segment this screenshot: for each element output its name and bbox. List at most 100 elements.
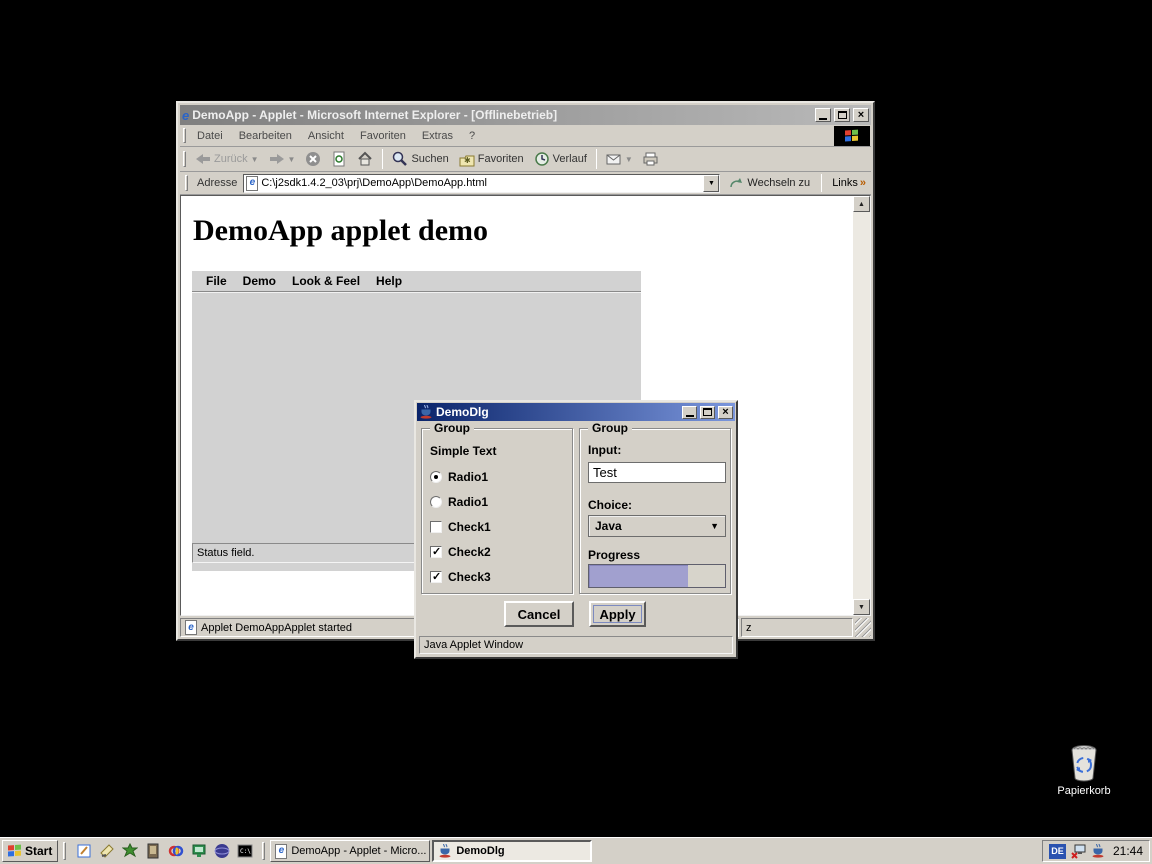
start-label: Start <box>25 844 52 858</box>
radio-button-1[interactable] <box>430 471 442 483</box>
address-dropdown-button[interactable]: ▼ <box>703 175 719 192</box>
favorites-button[interactable]: ✱ Favoriten <box>455 150 528 168</box>
color-rings-app-icon[interactable] <box>167 843 184 860</box>
quicklaunch-grip[interactable] <box>63 842 66 860</box>
scroll-up-button[interactable]: ▲ <box>853 196 870 212</box>
history-button[interactable]: Verlauf <box>530 150 591 168</box>
language-indicator[interactable]: DE <box>1049 844 1066 859</box>
checkbox-1[interactable] <box>430 521 442 533</box>
address-grip[interactable] <box>185 175 188 190</box>
svg-text:C:\: C:\ <box>240 848 251 855</box>
clock[interactable]: 21:44 <box>1109 844 1143 858</box>
globe-app-icon[interactable] <box>213 843 230 860</box>
refresh-icon <box>331 151 347 167</box>
menu-hilfe[interactable]: ? <box>461 130 483 142</box>
check-label-2: Check2 <box>448 545 491 559</box>
dialog-maximize-button[interactable] <box>700 406 715 419</box>
back-button[interactable]: Zurück ▼ <box>191 150 263 168</box>
status-page-icon: e <box>185 620 197 635</box>
checkbox-2[interactable] <box>430 546 442 558</box>
network-status-icon[interactable] <box>1070 843 1087 859</box>
monitor-app-icon[interactable] <box>190 843 207 860</box>
recycle-bin-label: Papierkorb <box>1057 785 1110 797</box>
home-button[interactable] <box>353 150 377 168</box>
notes-app-icon[interactable] <box>75 843 92 860</box>
cancel-label: Cancel <box>518 607 561 622</box>
applet-menu-demo[interactable]: Demo <box>235 274 284 288</box>
ie-page-icon: e <box>246 176 258 191</box>
choice-dropdown[interactable]: Java ▼ <box>588 515 726 537</box>
system-tray: DE 21:44 <box>1042 840 1150 862</box>
applet-menu-file[interactable]: File <box>198 274 235 288</box>
progress-bar <box>588 564 726 588</box>
toolbar-grip[interactable] <box>183 151 186 168</box>
menu-extras[interactable]: Extras <box>414 130 461 142</box>
menu-datei[interactable]: Datei <box>189 130 231 142</box>
stop-button[interactable] <box>301 150 325 168</box>
print-icon <box>643 151 659 167</box>
menu-ansicht[interactable]: Ansicht <box>300 130 352 142</box>
quick-launch-bar: C:\ <box>71 843 257 860</box>
scroll-down-button[interactable]: ▼ <box>853 599 870 615</box>
menu-favoriten[interactable]: Favoriten <box>352 130 414 142</box>
radio-row-1: Radio1 <box>430 469 488 484</box>
checkbox-3[interactable] <box>430 571 442 583</box>
links-label: Links <box>832 177 858 189</box>
go-label: Wechseln zu <box>747 177 810 189</box>
search-button[interactable]: Suchen <box>388 150 452 168</box>
forward-arrow-icon <box>269 151 285 167</box>
applet-menu-help[interactable]: Help <box>368 274 410 288</box>
taskbar-button-demodlg[interactable]: DemoDlg <box>432 840 592 862</box>
ie-throbber <box>834 126 870 146</box>
java-applet-window-banner: Java Applet Window <box>419 636 733 654</box>
resize-grip[interactable] <box>855 618 871 637</box>
apply-button[interactable]: Apply <box>589 601 646 627</box>
history-icon <box>534 151 550 167</box>
command-prompt-icon[interactable]: C:\ <box>236 843 253 860</box>
links-button[interactable]: Links » <box>829 177 869 189</box>
applet-menu-bar: File Demo Look & Feel Help <box>192 271 641 292</box>
check-row-2: Check2 <box>430 544 491 559</box>
toolbar-separator <box>382 149 383 168</box>
forward-button[interactable]: ▼ <box>265 150 300 168</box>
image-viewer-icon[interactable] <box>144 843 161 860</box>
refresh-button[interactable] <box>327 150 351 168</box>
menu-bearbeiten[interactable]: Bearbeiten <box>231 130 300 142</box>
ie-title-bar[interactable]: e DemoApp - Applet - Microsoft Internet … <box>180 105 871 125</box>
input-field[interactable]: Test <box>588 462 726 483</box>
pen-document-icon[interactable] <box>98 843 115 860</box>
address-input[interactable]: e C:\j2sdk1.4.2_03\prj\DemoApp\DemoApp.h… <box>243 174 720 193</box>
cancel-button[interactable]: Cancel <box>504 601 574 627</box>
ie-address-bar: Adresse e C:\j2sdk1.4.2_03\prj\DemoApp\D… <box>180 172 871 195</box>
start-windows-flag-icon <box>8 845 22 858</box>
search-label: Suchen <box>411 153 448 165</box>
check-row-3: Check3 <box>430 569 491 584</box>
ie-logo-icon: e <box>182 109 189 122</box>
menu-grip[interactable] <box>183 128 186 143</box>
choice-label: Choice: <box>588 497 632 512</box>
close-button[interactable]: × <box>853 108 869 122</box>
green-app-icon[interactable] <box>121 843 138 860</box>
applet-status-text: Status field. <box>197 547 254 559</box>
taskbar-button-demoapp[interactable]: e DemoApp - Applet - Micro... <box>270 840 430 862</box>
mail-button[interactable]: ▼ <box>602 150 637 168</box>
maximize-button[interactable] <box>834 108 850 122</box>
dialog-close-button[interactable]: × <box>718 406 733 419</box>
radio-button-2[interactable] <box>430 496 442 508</box>
print-button[interactable] <box>639 150 663 168</box>
start-button[interactable]: Start <box>2 840 58 862</box>
forward-caret-icon: ▼ <box>288 155 296 164</box>
radio-label-2: Radio1 <box>448 495 488 509</box>
dialog-body: Group Simple Text Radio1 Radio1 Check1 C… <box>417 421 735 634</box>
taskbar: Start C:\ e DemoApp - Applet - Micro... <box>0 837 1152 864</box>
dialog-title-bar[interactable]: DemoDlg × <box>417 403 735 421</box>
tray-java-icon[interactable] <box>1091 844 1105 858</box>
minimize-button[interactable] <box>815 108 831 122</box>
dialog-minimize-button[interactable] <box>682 406 697 419</box>
go-button[interactable]: Wechseln zu <box>724 175 814 191</box>
applet-menu-lookfeel[interactable]: Look & Feel <box>284 274 368 288</box>
tasks-grip[interactable] <box>262 842 265 860</box>
vertical-scrollbar[interactable]: ▲ ▼ <box>853 196 870 615</box>
recycle-bin[interactable]: Papierkorb <box>1047 744 1121 797</box>
scrollbar-track[interactable] <box>853 212 870 599</box>
